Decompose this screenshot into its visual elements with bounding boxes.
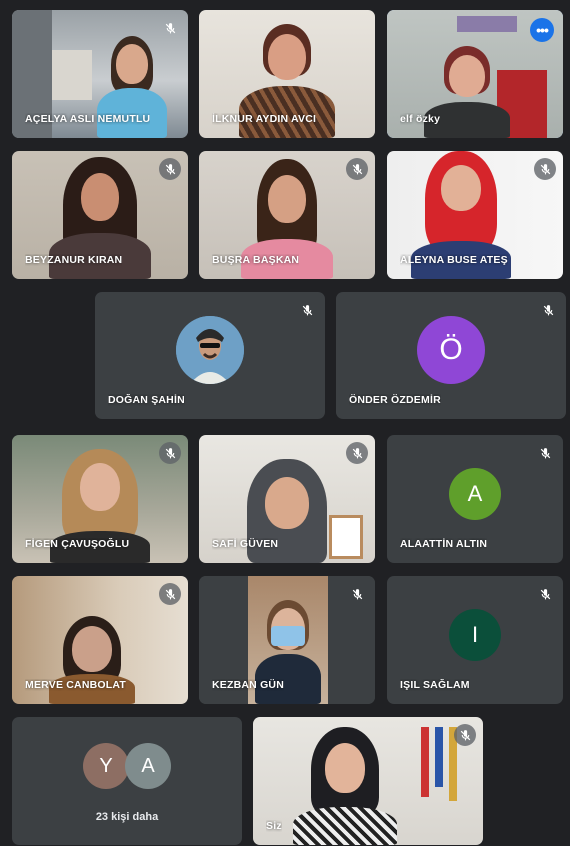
mute-indicator bbox=[346, 158, 368, 180]
participant-name: elf özky bbox=[400, 113, 441, 125]
participant-tile[interactable]: ALEYNA BUSE ATEŞ bbox=[387, 151, 563, 279]
participant-tile[interactable]: ••• elf özky bbox=[387, 10, 563, 138]
mic-off-icon bbox=[540, 163, 550, 174]
mute-indicator bbox=[159, 442, 181, 464]
participant-name: İLKNUR AYDIN AVCI bbox=[212, 113, 317, 125]
avatar-initial: I bbox=[471, 621, 479, 647]
overflow-participants-tile[interactable]: Y A 23 kişi daha bbox=[12, 717, 242, 845]
avatar: Y bbox=[83, 743, 129, 789]
avatar-initial: A bbox=[141, 754, 155, 777]
mute-indicator bbox=[454, 724, 476, 746]
participant-name: BUŞRA BAŞKAN bbox=[212, 254, 300, 266]
mic-off-icon bbox=[543, 304, 553, 315]
avatar: I bbox=[449, 608, 501, 661]
mic-off-icon bbox=[165, 22, 175, 33]
participant-name: Siz bbox=[266, 820, 282, 832]
participant-tile[interactable]: AÇELYA ASLI NEMUTLU bbox=[12, 10, 188, 138]
mute-indicator bbox=[346, 442, 368, 464]
participant-tile[interactable]: DOĞAN ŞAHİN bbox=[95, 292, 325, 419]
mic-off-icon bbox=[302, 304, 312, 315]
participant-tile[interactable]: A ALAATTİN ALTIN bbox=[387, 435, 563, 563]
mute-indicator bbox=[534, 158, 556, 180]
participant-name: BEYZANUR KIRAN bbox=[25, 254, 123, 266]
participant-tile[interactable]: İLKNUR AYDIN AVCI bbox=[199, 10, 375, 138]
mic-off-icon bbox=[540, 588, 550, 599]
participant-name: DOĞAN ŞAHİN bbox=[108, 394, 185, 406]
participant-tile[interactable]: MERVE CANBOLAT bbox=[12, 576, 188, 704]
mute-indicator bbox=[159, 583, 181, 605]
participant-name: AÇELYA ASLI NEMUTLU bbox=[25, 113, 151, 125]
overflow-count-label: 23 kişi daha bbox=[95, 811, 159, 823]
avatar: A bbox=[125, 743, 171, 789]
mute-indicator bbox=[159, 158, 181, 180]
more-options-icon[interactable]: ••• bbox=[530, 18, 554, 42]
participant-name: SAFİ GÜVEN bbox=[212, 538, 279, 550]
mic-off-icon bbox=[460, 729, 470, 740]
mic-off-icon bbox=[165, 163, 175, 174]
mute-indicator bbox=[534, 583, 556, 605]
participant-name: MERVE CANBOLAT bbox=[25, 679, 126, 691]
mic-off-icon bbox=[165, 588, 175, 599]
self-view-tile[interactable]: Siz bbox=[253, 717, 483, 845]
avatar-initial: A bbox=[467, 480, 483, 506]
profile-photo bbox=[176, 316, 244, 385]
avatar: Ö bbox=[417, 316, 485, 385]
mic-off-icon bbox=[165, 447, 175, 458]
avatar bbox=[176, 316, 244, 385]
mic-off-icon bbox=[352, 447, 362, 458]
participant-tile[interactable]: BUŞRA BAŞKAN bbox=[199, 151, 375, 279]
video-feed bbox=[253, 717, 483, 845]
avatar: A bbox=[449, 467, 501, 520]
mute-indicator bbox=[537, 299, 559, 321]
participant-name: FİGEN ÇAVUŞOĞLU bbox=[25, 538, 130, 550]
participant-tile[interactable]: KEZBAN GÜN bbox=[199, 576, 375, 704]
mic-off-icon bbox=[352, 163, 362, 174]
participant-tile[interactable]: Ö ÖNDER ÖZDEMİR bbox=[336, 292, 566, 419]
mute-indicator bbox=[296, 299, 318, 321]
participant-name: ALEYNA BUSE ATEŞ bbox=[400, 254, 508, 266]
participant-name: ÖNDER ÖZDEMİR bbox=[349, 394, 441, 406]
participant-tile[interactable]: SAFİ GÜVEN bbox=[199, 435, 375, 563]
participant-name: IŞIL SAĞLAM bbox=[400, 679, 470, 691]
participant-tile[interactable]: BEYZANUR KIRAN bbox=[12, 151, 188, 279]
mute-indicator bbox=[346, 583, 368, 605]
participant-name: KEZBAN GÜN bbox=[212, 679, 284, 691]
participant-tile[interactable]: I IŞIL SAĞLAM bbox=[387, 576, 563, 704]
mute-indicator bbox=[159, 17, 181, 39]
mic-off-icon bbox=[352, 588, 362, 599]
participant-name: ALAATTİN ALTIN bbox=[400, 538, 488, 550]
avatar-initial: Y bbox=[99, 754, 113, 777]
participant-tile[interactable]: FİGEN ÇAVUŞOĞLU bbox=[12, 435, 188, 563]
avatar-initial: Ö bbox=[439, 333, 463, 367]
mute-indicator bbox=[534, 442, 556, 464]
mic-off-icon bbox=[540, 447, 550, 458]
